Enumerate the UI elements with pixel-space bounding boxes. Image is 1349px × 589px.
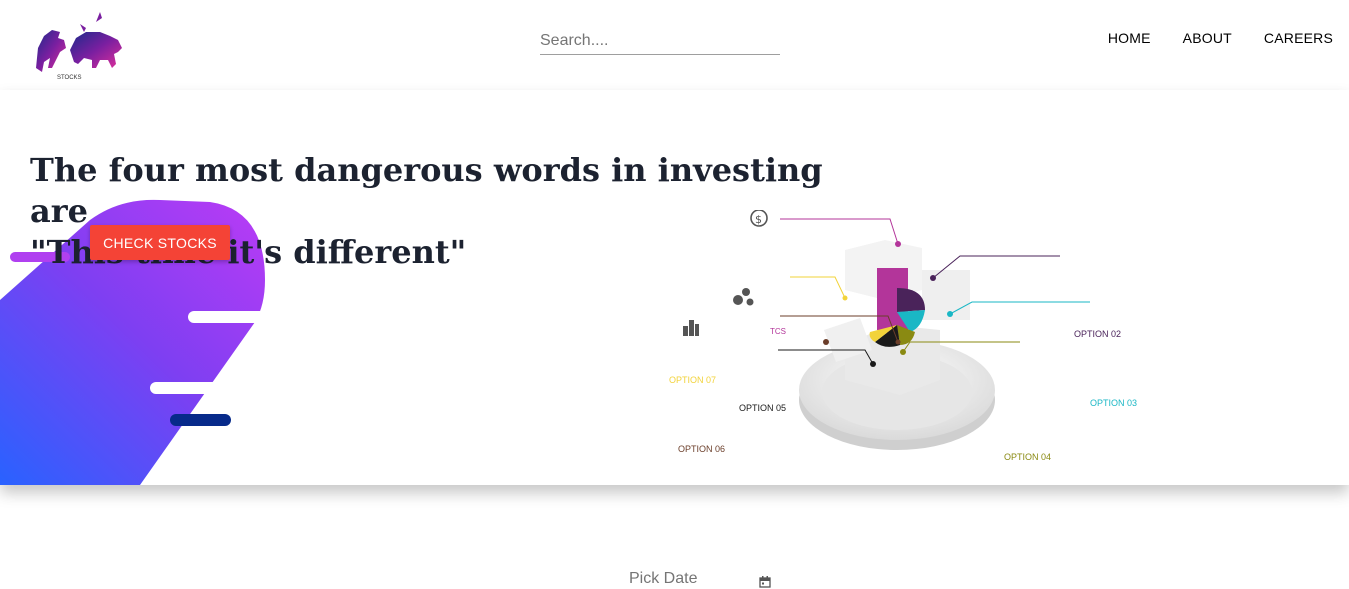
buildings-icon xyxy=(683,320,699,336)
nav-home-link[interactable]: HOME xyxy=(1108,30,1151,46)
svg-text:$: $ xyxy=(755,213,762,226)
bull-and-bear-logo-icon[interactable]: STOCKS xyxy=(30,8,125,86)
logo-caption: STOCKS xyxy=(57,75,82,81)
gears-people-icon xyxy=(733,288,754,306)
top-navbar: STOCKS HOME ABOUT CAREERS xyxy=(0,0,1349,90)
nav-about-link[interactable]: ABOUT xyxy=(1183,30,1232,46)
search-field[interactable] xyxy=(540,28,780,55)
calendar-icon[interactable] xyxy=(759,576,771,588)
label-option-02: OPTION 02 xyxy=(1074,329,1121,339)
date-picker[interactable] xyxy=(629,570,779,589)
label-option-04: OPTION 04 xyxy=(1004,452,1051,460)
hero-banner: The four most dangerous words in investi… xyxy=(0,90,1349,485)
search-input[interactable] xyxy=(540,28,780,54)
label-option-03: OPTION 03 xyxy=(1090,398,1137,408)
dollar-coin-icon: $ xyxy=(750,210,768,227)
main-nav: HOME ABOUT CAREERS xyxy=(1108,30,1333,46)
label-option-06: OPTION 06 xyxy=(678,444,725,454)
check-stocks-button[interactable]: CHECK STOCKS xyxy=(90,225,230,260)
nav-careers-link[interactable]: CAREERS xyxy=(1264,30,1333,46)
pie-infographic: $ TCS OPTION 02 OPTION 03 OPTION 04 OPTI… xyxy=(669,210,1137,460)
label-tcs: TCS xyxy=(770,327,786,336)
date-input[interactable] xyxy=(629,570,759,588)
label-option-05: OPTION 05 xyxy=(739,403,787,413)
label-option-07: OPTION 07 xyxy=(669,375,716,385)
